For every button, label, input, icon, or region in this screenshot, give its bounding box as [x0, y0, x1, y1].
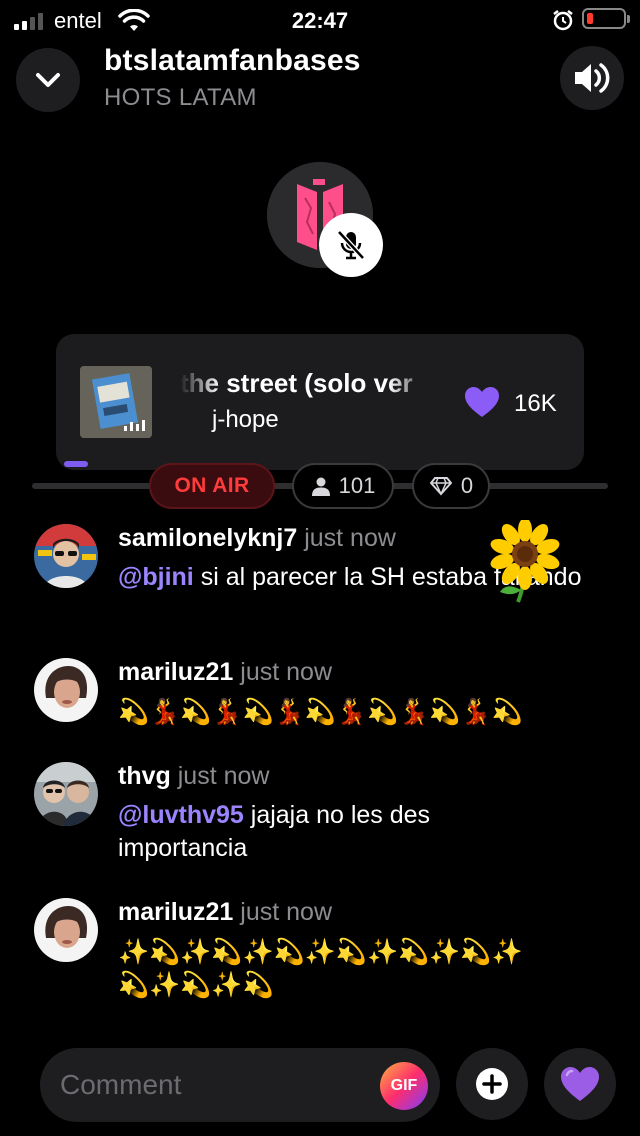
username[interactable]: thvg: [118, 762, 171, 790]
playback-progress: [64, 461, 88, 467]
username[interactable]: mariluz21: [118, 898, 233, 926]
on-air-badge: ON AIR: [149, 463, 275, 509]
listener-count: 101: [338, 473, 376, 498]
message-text: @luvthv95 jajaja no les des importancia: [118, 799, 518, 865]
chevron-down-icon: [36, 73, 60, 87]
username[interactable]: samilonelyknj7: [118, 524, 297, 552]
track-title-marquee: the street (solo ver: [180, 368, 432, 402]
gem-count: 0: [460, 473, 474, 498]
room-title: btslatamfanbases: [104, 44, 361, 77]
gif-button[interactable]: GIF: [380, 1062, 428, 1110]
send-heart-button[interactable]: [544, 1048, 616, 1120]
purple-heart-icon: [561, 1067, 599, 1101]
mic-muted-badge: [319, 213, 383, 277]
listeners-pill[interactable]: 101: [292, 463, 394, 509]
add-button[interactable]: [456, 1048, 528, 1120]
message-emojis: 💫💃💫💃💫💃💫💃💫💃💫💃💫: [118, 697, 523, 726]
username[interactable]: mariluz21: [118, 658, 233, 686]
avatar[interactable]: [34, 524, 98, 588]
equalizer-icon: [124, 419, 145, 431]
message-emojis: 💫✨💫✨💫: [118, 970, 274, 999]
speaker-icon: [575, 63, 610, 93]
battery-icon: [582, 8, 630, 29]
timestamp: just now: [177, 762, 270, 790]
track-artist: j-hope: [212, 406, 279, 433]
person-icon: [311, 477, 330, 496]
comment-input[interactable]: [60, 1066, 360, 1104]
avatar[interactable]: [34, 658, 98, 722]
mic-muted-icon: [337, 230, 365, 260]
sunflower-reaction: [490, 520, 560, 603]
alarm-icon: [553, 10, 573, 31]
diamond-icon: [429, 477, 452, 496]
comment-bar: GIF: [40, 1048, 440, 1122]
timestamp: just now: [240, 898, 333, 926]
room-subtitle: HOTS LATAM: [104, 84, 257, 111]
avatar[interactable]: [34, 898, 98, 962]
mention[interactable]: @bjini: [118, 563, 194, 591]
volume-button[interactable]: [560, 46, 624, 110]
like-count: 16K: [514, 390, 557, 417]
mention[interactable]: @luvthv95: [118, 801, 244, 829]
gems-pill[interactable]: 0: [412, 463, 490, 509]
plus-icon: [476, 1068, 508, 1100]
collapse-button[interactable]: [16, 48, 80, 112]
now-playing-card[interactable]: the street (solo ver j-hope 16K: [56, 334, 584, 470]
avatar[interactable]: [34, 762, 98, 826]
status-bar: entel 22:47: [0, 0, 640, 40]
message-emojis: ✨💫✨💫✨💫✨💫✨💫✨💫✨: [118, 937, 523, 966]
like-heart-icon[interactable]: [464, 386, 500, 418]
timestamp: just now: [304, 524, 396, 552]
clock: 22:47: [291, 8, 349, 33]
timestamp: just now: [240, 658, 333, 686]
